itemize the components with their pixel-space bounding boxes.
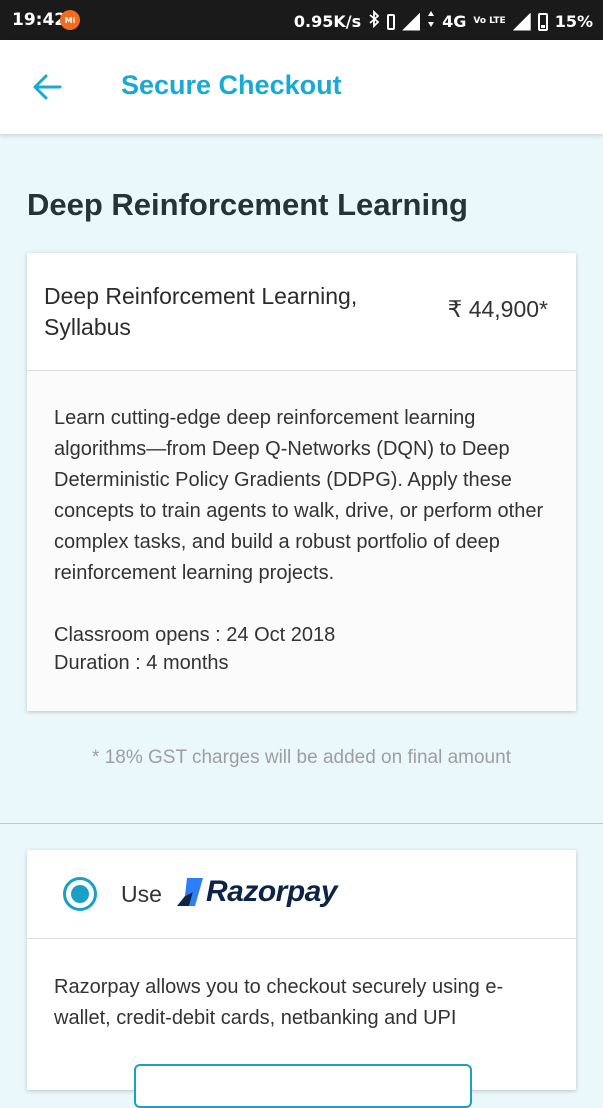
signal-icon-2 (512, 12, 531, 31)
page-title: Secure Checkout (121, 70, 342, 100)
razorpay-wordmark: Razorpay (206, 875, 338, 908)
arrow-left-icon (33, 74, 62, 100)
data-arrows-icon (427, 10, 435, 33)
classroom-opens: Classroom opens : 24 Oct 2018 (54, 624, 336, 646)
proceed-payment-button[interactable] (134, 1064, 472, 1108)
course-card: Deep Reinforcement Learning, Syllabus ₹ … (27, 253, 576, 711)
bluetooth-icon (368, 9, 380, 33)
mi-notification-icon: Mi (60, 10, 80, 30)
app-header: Secure Checkout (0, 40, 603, 134)
status-time: 19:42 (12, 10, 67, 30)
network-type: 4G (442, 12, 467, 31)
vibrate-icon (387, 13, 396, 30)
razorpay-logo: Razorpay (177, 875, 338, 909)
payment-option-header[interactable]: Use Razorpay (27, 850, 576, 939)
status-bar: 19:42 Mi 0.95K/s 4G Vo LTE 15% (0, 0, 603, 40)
payment-option-card: Use Razorpay Razorpay allows you to chec… (27, 850, 576, 1108)
back-button[interactable] (28, 68, 66, 106)
razorpay-radio[interactable] (63, 877, 97, 911)
course-card-header: Deep Reinforcement Learning, Syllabus ₹ … (27, 253, 576, 371)
product-name: Deep Reinforcement Learning, Syllabus (44, 283, 358, 340)
gst-note: * 18% GST charges will be added on final… (92, 747, 511, 768)
course-card-body: Learn cutting-edge deep reinforcement le… (27, 371, 576, 711)
use-label: Use (121, 881, 162, 907)
signal-icon (402, 12, 421, 31)
course-duration: Duration : 4 months (54, 652, 229, 674)
payment-description: Razorpay allows you to checkout securely… (54, 976, 504, 1029)
battery-icon (537, 12, 548, 31)
section-divider (0, 823, 603, 824)
product-price: ₹ 44,900* (447, 296, 548, 322)
network-speed: 0.95K/s (293, 12, 362, 31)
volte-icon: Vo LTE (473, 16, 506, 26)
status-indicators: 0.95K/s 4G Vo LTE 15% (293, 9, 593, 33)
course-heading: Deep Reinforcement Learning (27, 187, 468, 222)
battery-percent: 15% (554, 12, 593, 31)
course-description: Learn cutting-edge deep reinforcement le… (54, 407, 544, 584)
razorpay-mark-icon (177, 878, 203, 906)
